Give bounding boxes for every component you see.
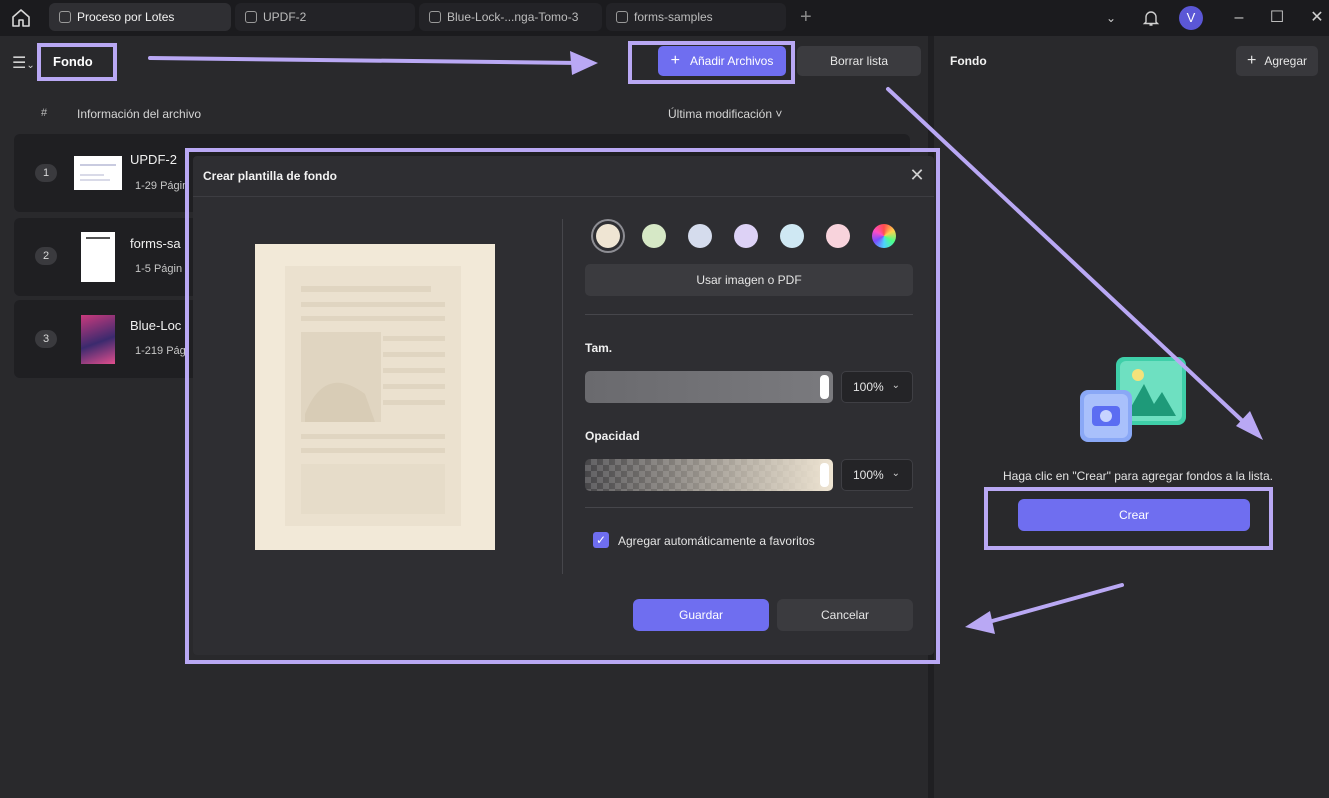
add-background-button[interactable]: + Agregar bbox=[1236, 46, 1318, 76]
tab-blue-lock[interactable]: Blue-Lock-...nga-Tomo-3 bbox=[419, 3, 602, 31]
chevron-down-icon[interactable]: ⌄ bbox=[1101, 8, 1121, 28]
file-pages: 1-29 Págin bbox=[135, 180, 189, 192]
file-thumbnail bbox=[81, 315, 115, 364]
tab-label: Blue-Lock-...nga-Tomo-3 bbox=[447, 10, 579, 24]
batch-icon bbox=[59, 11, 71, 23]
document-icon bbox=[616, 11, 628, 23]
tab-label: UPDF-2 bbox=[263, 10, 307, 24]
panel-title: Fondo bbox=[950, 54, 987, 68]
minimize-icon[interactable]: – bbox=[1229, 8, 1249, 28]
file-thumbnail bbox=[81, 232, 115, 282]
column-header-last-modified[interactable]: Última modificación ˅ bbox=[668, 107, 782, 121]
file-name: Blue-Loc bbox=[130, 318, 182, 333]
document-icon bbox=[429, 11, 441, 23]
tab-updf-2[interactable]: UPDF-2 bbox=[235, 3, 415, 31]
column-header-file-info: Información del archivo bbox=[77, 107, 202, 121]
file-pages: 1-5 Págin bbox=[135, 263, 183, 275]
tab-label: Proceso por Lotes bbox=[77, 10, 175, 24]
row-index: 1 bbox=[35, 164, 57, 182]
hamburger-menu-icon[interactable]: ☰⌄ bbox=[12, 53, 35, 73]
add-background-label: Agregar bbox=[1264, 54, 1308, 68]
annotation-highlight-create bbox=[984, 487, 1273, 550]
column-header-number: # bbox=[41, 107, 48, 119]
maximize-icon[interactable]: ☐ bbox=[1267, 8, 1287, 28]
tab-forms-samples[interactable]: forms-samples bbox=[606, 3, 786, 31]
file-name: forms-sa bbox=[130, 236, 181, 251]
plus-icon: + bbox=[1246, 52, 1257, 69]
annotation-highlight-title bbox=[37, 43, 117, 81]
clear-list-button[interactable]: Borrar lista bbox=[797, 46, 921, 76]
annotation-highlight-add-files bbox=[628, 41, 795, 84]
row-index: 2 bbox=[35, 247, 57, 265]
file-thumbnail bbox=[74, 156, 122, 190]
avatar[interactable]: V bbox=[1179, 6, 1203, 30]
new-tab-plus-icon[interactable]: + bbox=[800, 7, 812, 27]
tab-proceso-por-lotes[interactable]: Proceso por Lotes bbox=[49, 3, 231, 31]
file-pages: 1-219 Pág bbox=[135, 345, 186, 357]
document-icon bbox=[245, 11, 257, 23]
tab-label: forms-samples bbox=[634, 10, 713, 24]
annotation-highlight-dialog bbox=[185, 148, 940, 664]
close-window-icon[interactable]: ✕ bbox=[1307, 8, 1327, 28]
empty-state-hint: Haga clic en "Crear" para agregar fondos… bbox=[1003, 469, 1273, 483]
bell-icon[interactable] bbox=[1141, 8, 1161, 28]
row-index: 3 bbox=[35, 330, 57, 348]
file-name: UPDF-2 bbox=[130, 152, 177, 167]
background-illustration-icon bbox=[1080, 357, 1186, 442]
home-icon[interactable] bbox=[10, 7, 32, 29]
title-bar: Proceso por Lotes UPDF-2 Blue-Lock-...ng… bbox=[0, 0, 1329, 36]
